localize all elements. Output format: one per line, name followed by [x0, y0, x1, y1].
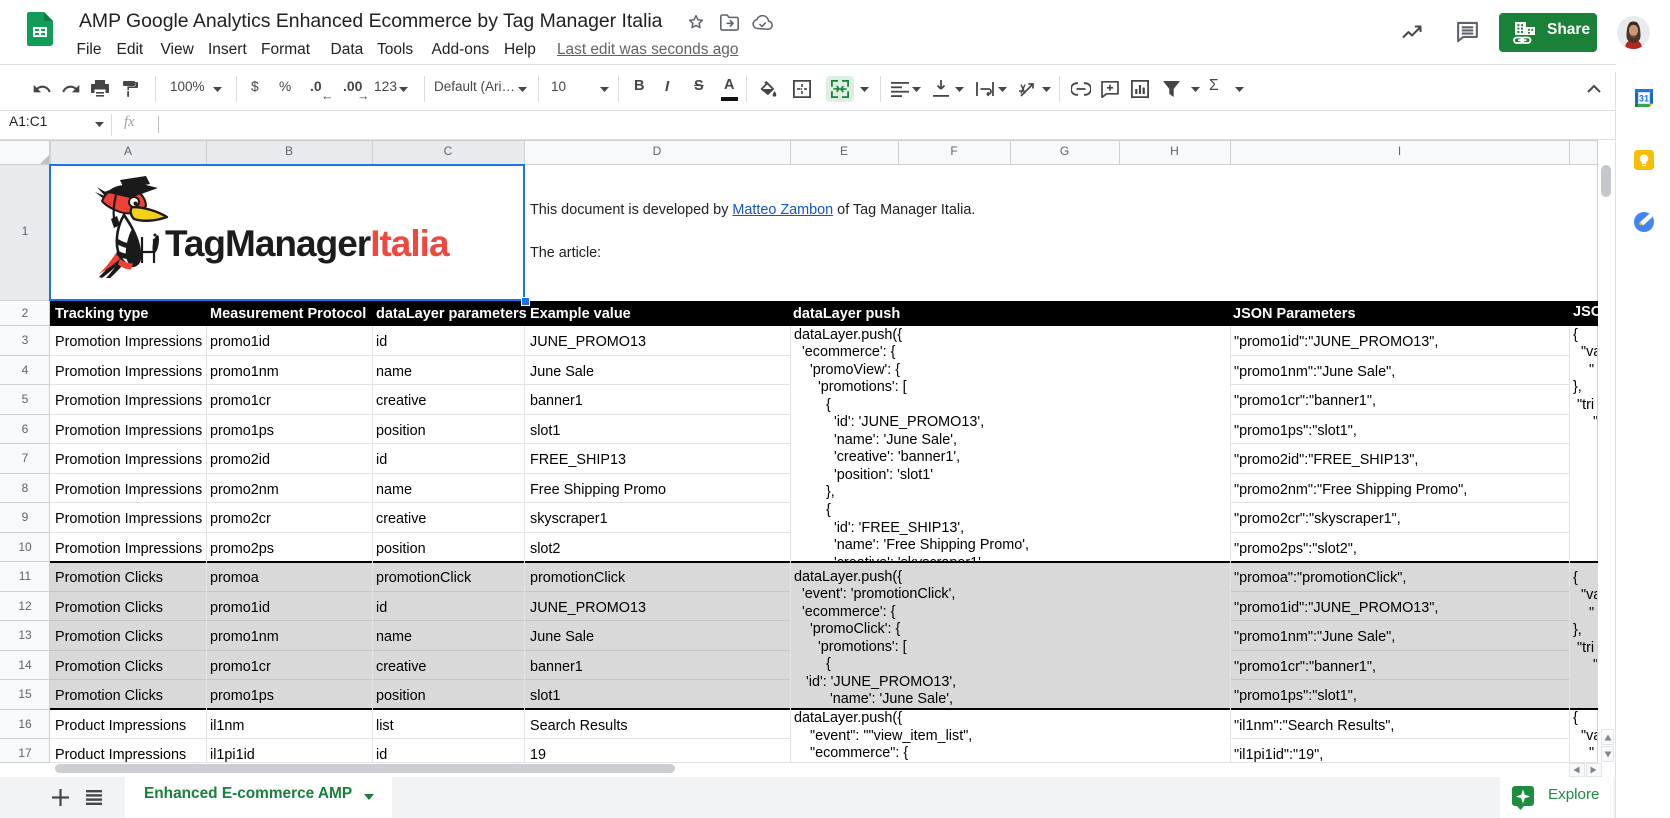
svg-text:31: 31 [1639, 94, 1649, 104]
